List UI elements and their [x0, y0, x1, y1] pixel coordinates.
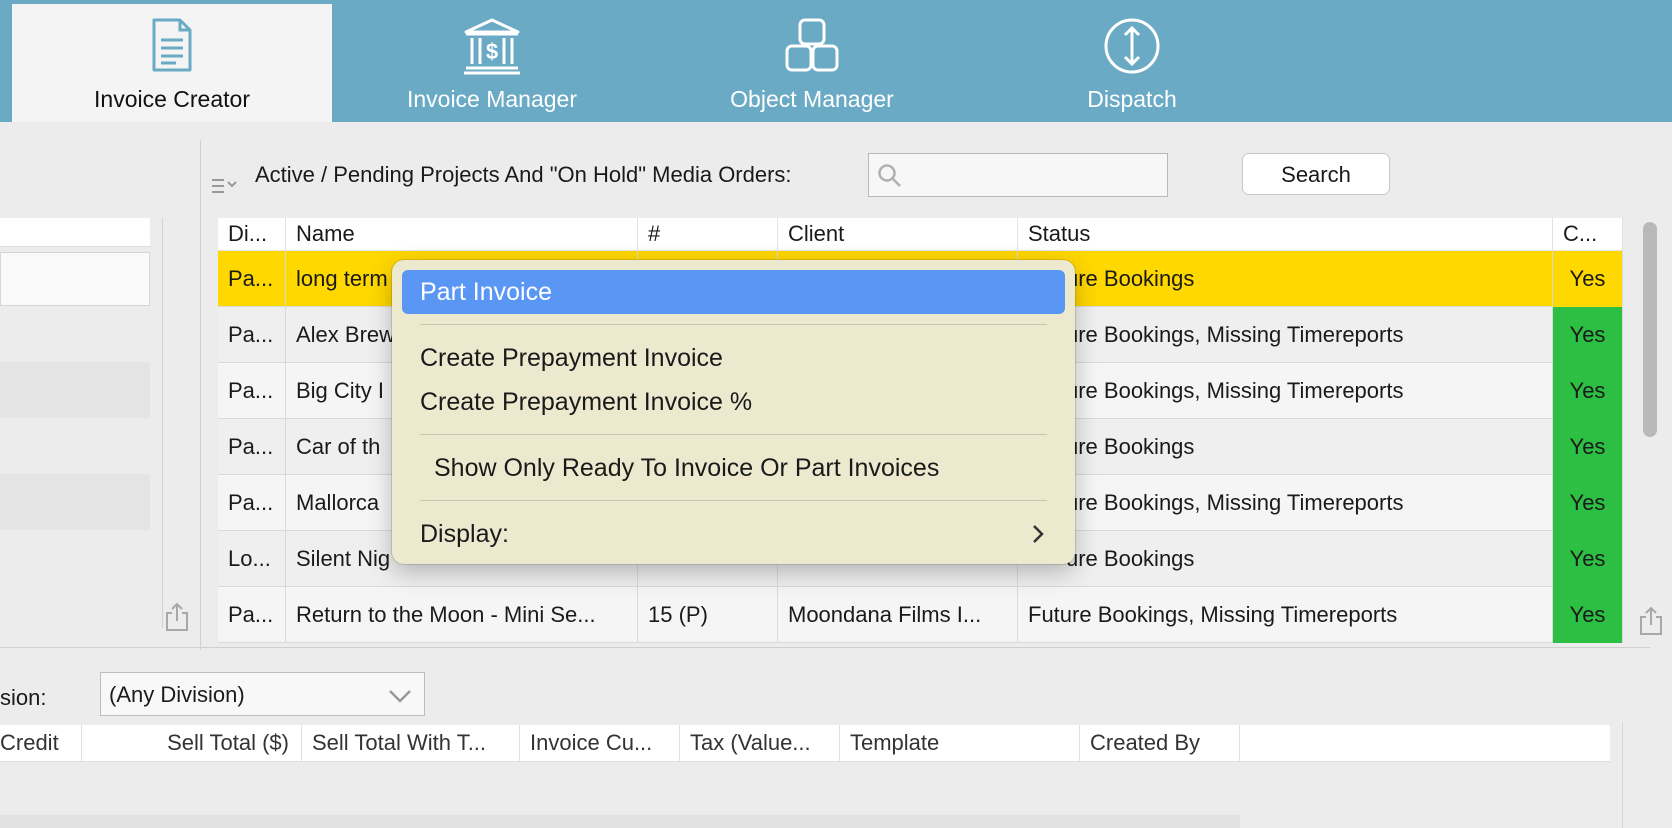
- division-label: sion:: [0, 685, 47, 710]
- column-header-credit[interactable]: Credit: [0, 725, 82, 761]
- cell-status: ure Bookings, Missing Timereports: [1018, 475, 1553, 531]
- division-select[interactable]: (Any Division): [100, 672, 425, 716]
- cell-name: Return to the Moon - Mini Se...: [286, 587, 638, 643]
- left-list-row[interactable]: [0, 474, 150, 530]
- left-table-header: [0, 218, 150, 247]
- horizontal-scrollbar[interactable]: [0, 815, 1240, 828]
- cell-division: Pa...: [218, 419, 286, 475]
- left-list-row[interactable]: [0, 418, 150, 474]
- cubes-icon: [785, 18, 839, 72]
- cell-status: ure Bookings: [1018, 531, 1553, 587]
- tab-object-manager[interactable]: Object Manager: [652, 4, 972, 122]
- column-header-invoice-currency[interactable]: Invoice Cu...: [520, 725, 680, 761]
- cell-division: Pa...: [218, 363, 286, 419]
- cell-division: Pa...: [218, 475, 286, 531]
- tab-invoice-creator[interactable]: Invoice Creator: [12, 4, 332, 122]
- menu-separator: [420, 434, 1047, 435]
- column-header-created-by[interactable]: Created By: [1080, 725, 1240, 761]
- column-header-template[interactable]: Template: [840, 725, 1080, 761]
- chevron-right-icon: [1033, 525, 1044, 543]
- cell-division: Pa...: [218, 587, 286, 643]
- tab-label: Object Manager: [730, 86, 894, 112]
- left-list-row[interactable]: [0, 306, 150, 362]
- column-header-status[interactable]: Status: [1018, 218, 1553, 250]
- menu-item-show-only-ready[interactable]: Show Only Ready To Invoice Or Part Invoi…: [402, 446, 1065, 490]
- menu-item-display[interactable]: Display:: [402, 512, 1065, 556]
- division-select-value: (Any Division): [109, 682, 245, 707]
- tab-dispatch[interactable]: Dispatch: [972, 4, 1292, 122]
- menu-item-part-invoice[interactable]: Part Invoice: [402, 270, 1065, 314]
- menu-item-create-prepayment-invoice[interactable]: Create Prepayment Invoice: [402, 336, 1065, 380]
- search-button[interactable]: Search: [1242, 153, 1390, 195]
- menu-item-create-prepayment-invoice-percent[interactable]: Create Prepayment Invoice %: [402, 380, 1065, 424]
- column-header-client[interactable]: Client: [778, 218, 1018, 250]
- cell-status: ure Bookings, Missing Timereports: [1018, 307, 1553, 363]
- cell-status: Future Bookings, Missing Timereports: [1018, 587, 1553, 643]
- cell-division: Lo...: [218, 531, 286, 587]
- left-list-row[interactable]: [0, 530, 150, 586]
- document-icon: [152, 18, 192, 72]
- cell-division: Pa...: [218, 307, 286, 363]
- projects-title: Active / Pending Projects And "On Hold" …: [255, 162, 792, 187]
- left-pane-divider: [162, 218, 163, 628]
- cell-c: Yes: [1553, 531, 1623, 587]
- tab-label: Invoice Creator: [94, 86, 250, 112]
- column-header-number[interactable]: #: [638, 218, 778, 250]
- cell-c: Yes: [1553, 475, 1623, 531]
- cell-c: Yes: [1553, 419, 1623, 475]
- left-list-row[interactable]: [0, 362, 150, 418]
- cell-number: 15 (P): [638, 587, 778, 643]
- column-header-c[interactable]: C...: [1553, 218, 1623, 250]
- search-icon: [878, 164, 901, 187]
- cell-client: Moondana Films I...: [778, 587, 1018, 643]
- column-header-sell-total[interactable]: Sell Total ($): [82, 725, 302, 761]
- cell-c: Yes: [1553, 251, 1623, 307]
- left-pane: [0, 122, 200, 642]
- invoices-table-header: Credit Sell Total ($) Sell Total With T.…: [0, 725, 1610, 762]
- menu-separator: [420, 324, 1047, 325]
- list-options-icon[interactable]: [210, 176, 240, 196]
- search-input[interactable]: [868, 153, 1168, 197]
- column-header-division[interactable]: Di...: [218, 218, 286, 250]
- menu-item-display-label: Display:: [420, 520, 509, 548]
- column-header-sell-total-with-tax[interactable]: Sell Total With T...: [302, 725, 520, 761]
- column-header-name[interactable]: Name: [286, 218, 638, 250]
- table-row[interactable]: Pa... Return to the Moon - Mini Se... 15…: [218, 587, 1623, 643]
- left-list-row[interactable]: [0, 252, 150, 306]
- tab-label: Dispatch: [1087, 86, 1177, 112]
- projects-scrollbar[interactable]: [1643, 222, 1657, 437]
- invoices-divider: [1622, 722, 1623, 828]
- transfer-icon: [1104, 18, 1160, 74]
- cell-c: Yes: [1553, 587, 1623, 643]
- projects-table-header: Di... Name # Client Status C...: [218, 218, 1623, 251]
- share-icon[interactable]: [164, 602, 190, 632]
- context-menu: Part Invoice Create Prepayment Invoice C…: [392, 260, 1075, 564]
- cell-status: ure Bookings: [1018, 419, 1553, 475]
- share-icon[interactable]: [1638, 606, 1664, 636]
- chevron-down-icon: [389, 690, 411, 703]
- bank-icon: $: [464, 18, 520, 75]
- section-divider: [0, 647, 1650, 648]
- menu-separator: [420, 500, 1047, 501]
- cell-status: ure Bookings, Missing Timereports: [1018, 363, 1553, 419]
- tab-invoice-manager[interactable]: $ Invoice Manager: [332, 4, 652, 122]
- cell-c: Yes: [1553, 307, 1623, 363]
- cell-division: Pa...: [218, 251, 286, 307]
- svg-text:$: $: [486, 39, 498, 64]
- top-tab-bar: Invoice Creator $ Invoice Manager Object…: [0, 0, 1672, 122]
- cell-c: Yes: [1553, 363, 1623, 419]
- tab-label: Invoice Manager: [406, 86, 578, 112]
- cell-status: ure Bookings: [1018, 251, 1553, 307]
- column-header-tax-value[interactable]: Tax (Value...: [680, 725, 840, 761]
- pane-divider: [200, 140, 201, 650]
